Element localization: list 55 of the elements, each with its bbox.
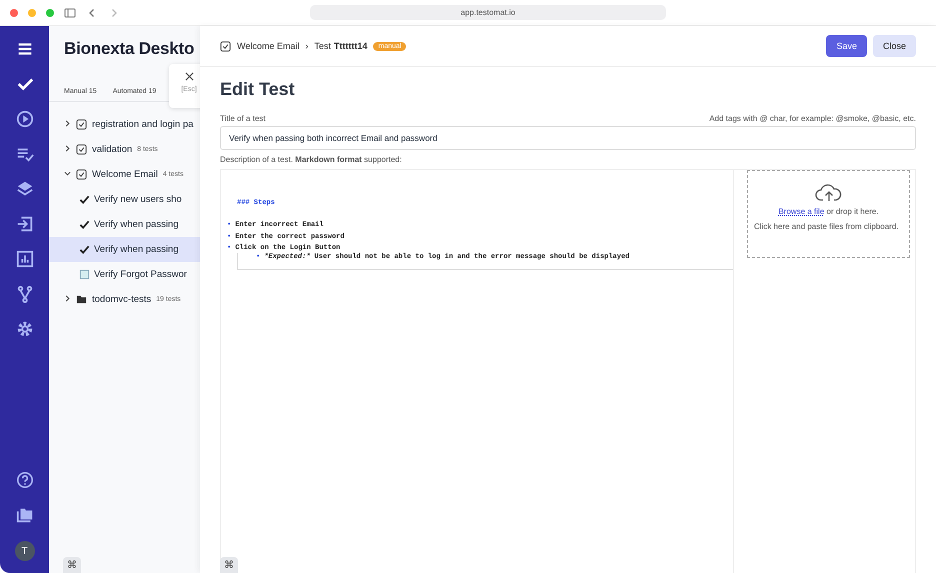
tags-hint: Add tags with @ char, for example: @smoke, @basic, etc. (709, 114, 916, 123)
project-title: Bionexta Deskto (63, 38, 196, 59)
chart-icon[interactable] (16, 250, 34, 268)
close-icon[interactable] (184, 72, 194, 81)
square-icon (79, 269, 90, 280)
suite-name[interactable]: validation (92, 144, 132, 155)
test-item[interactable]: Verify when passing (49, 237, 200, 262)
test-item[interactable]: Verify Forgot Passwor (49, 262, 200, 287)
checkbox-icon (220, 40, 231, 52)
shortcut-key[interactable]: ⌘ (63, 557, 81, 573)
branch-icon[interactable] (16, 285, 34, 303)
file-dropzone[interactable]: Browse a file or drop it here. Click here and paste files from clipboard. (747, 170, 910, 258)
field-label: Title of a test (220, 114, 266, 123)
check-icon (79, 194, 90, 205)
user-avatar[interactable]: T (14, 541, 34, 561)
play-icon[interactable] (16, 110, 34, 128)
chevron-icon[interactable] (64, 145, 71, 152)
close-dot[interactable] (10, 8, 18, 16)
suite-name[interactable]: registration and login pa (92, 119, 194, 130)
checkbox-icon (76, 119, 87, 130)
sidebar-icon[interactable] (64, 6, 76, 18)
layers-icon[interactable] (16, 180, 34, 198)
breadcrumb-separator: › (305, 41, 308, 51)
folder-icon (76, 294, 87, 305)
import-icon[interactable] (16, 215, 34, 233)
minimize-dot[interactable] (28, 8, 36, 16)
breadcrumb-prefix: Test (314, 41, 331, 51)
checkbox-icon (76, 144, 87, 155)
suite-name[interactable]: Welcome Email (92, 169, 158, 180)
close-button[interactable]: Close (872, 35, 916, 57)
title-field[interactable]: Verify when passing both incorrect Email and password (220, 126, 916, 150)
cloud-upload-icon (814, 183, 842, 203)
check-icon (79, 244, 90, 255)
folders-icon[interactable] (16, 506, 34, 524)
breadcrumb-link[interactable]: Welcome Email (237, 41, 300, 51)
page-heading: Edit Test (220, 79, 296, 100)
paste-text: Click here and paste files from clipboard. (754, 221, 900, 233)
address-bar[interactable]: app.testomat.io (310, 5, 666, 20)
chevron-icon[interactable] (64, 295, 71, 302)
help-icon[interactable] (16, 471, 34, 489)
test-item[interactable]: Verify new users sho (49, 187, 200, 212)
shortcut-key[interactable]: ⌘ (220, 557, 238, 573)
test-name: Ttttttt14 (334, 41, 368, 51)
suite-name[interactable]: todomvc-tests (92, 294, 152, 305)
description-label: Description of a test. Markdown format supported: (220, 155, 403, 164)
drop-text: or drop it here. (826, 207, 879, 216)
chevron-icon[interactable] (64, 120, 71, 127)
chevron-icon[interactable] (64, 170, 71, 177)
browse-link[interactable]: Browse a file (778, 207, 824, 216)
save-button[interactable]: Save (826, 35, 867, 57)
checkbox-icon (76, 169, 87, 180)
zoom-dot[interactable] (46, 8, 54, 16)
test-item[interactable]: Verify when passing (49, 212, 200, 237)
settings-icon[interactable] (16, 320, 34, 338)
check-icon (79, 219, 90, 230)
